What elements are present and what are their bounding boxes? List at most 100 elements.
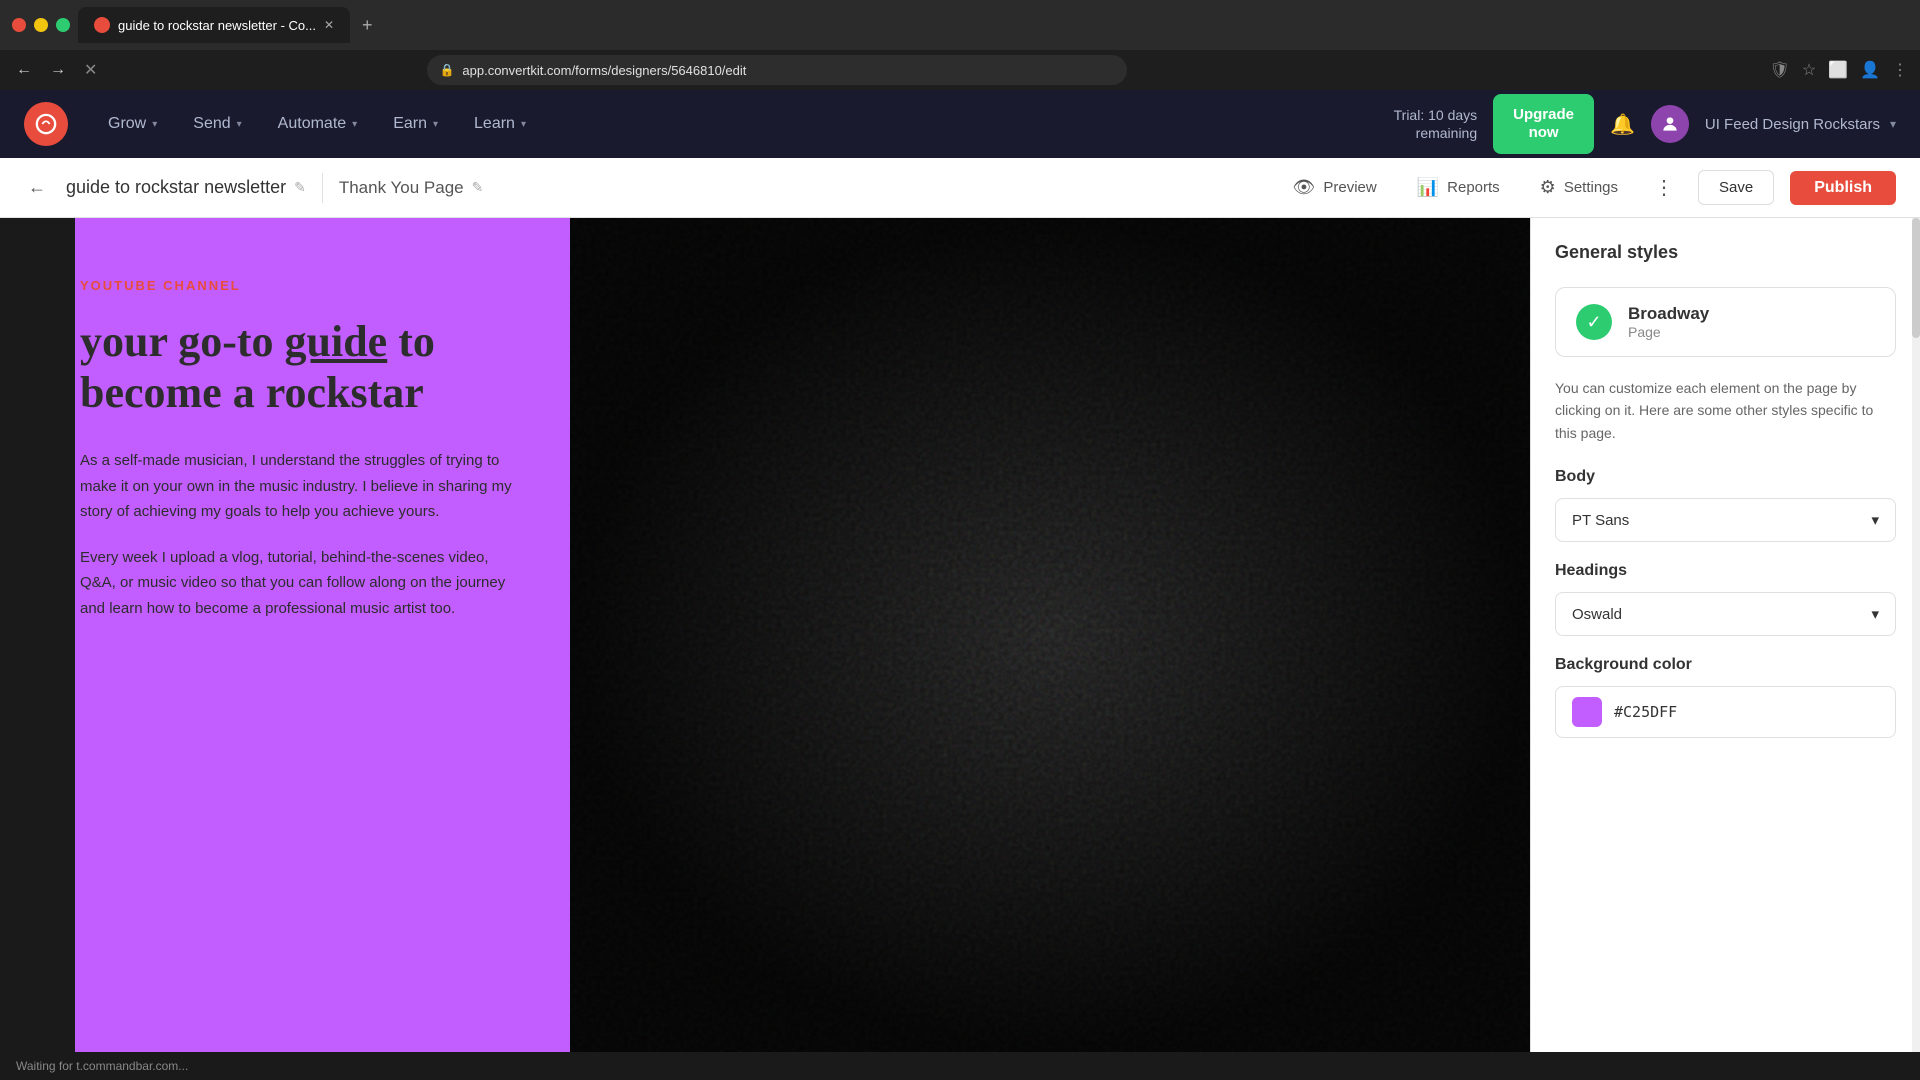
nav-grow[interactable]: Grow ▾ [92,107,173,141]
avatar [1651,105,1689,143]
extensions-icon[interactable]: ⬜ [1828,60,1848,80]
toolbar-divider [322,173,323,203]
save-button[interactable]: Save [1698,170,1774,205]
headings-font-dropdown[interactable]: Oswald ▾ [1555,592,1896,636]
nav-grow-chevron: ▾ [152,119,157,130]
bg-color-label: Background color [1555,656,1896,674]
nav-items: Grow ▾ Send ▾ Automate ▾ Earn ▾ Learn ▾ [92,107,1394,141]
nav-automate-chevron: ▾ [352,119,357,130]
back-button[interactable]: ← [24,173,50,202]
form-body-text-1: As a self-made musician, I understand th… [80,448,520,525]
reports-icon: 📊 [1417,177,1439,198]
nav-grow-label: Grow [108,115,146,133]
body-font-value: PT Sans [1572,512,1629,529]
nav-send[interactable]: Send ▾ [177,107,257,141]
settings-label: Settings [1564,179,1618,196]
body-font-chevron: ▾ [1871,511,1879,529]
body-font-dropdown[interactable]: PT Sans ▾ [1555,498,1896,542]
tab-bar: guide to rockstar newsletter - Co... ✕ + [78,7,1908,43]
form-right-panel [570,218,1530,1052]
form-preview: YOUTUBE CHANNEL your go-to guide tobecom… [0,218,1530,1052]
panel-description: You can customize each element on the pa… [1555,377,1896,444]
browser-toolbar-icons: 🛡 ☆ ⬜ 👤 ⋮ [1770,60,1909,80]
browser-chrome: ✕ − ⬜ guide to rockstar newsletter - Co.… [0,0,1920,50]
active-tab[interactable]: guide to rockstar newsletter - Co... ✕ [78,7,350,43]
address-bar-row: ← → ✕ 🔒 app.convertkit.com/forms/designe… [0,50,1920,90]
nav-learn-label: Learn [474,115,515,133]
settings-button[interactable]: ⚙ Settings [1528,169,1630,206]
shield-icon: 🛡 [1770,60,1790,80]
back-nav-button[interactable]: ← [12,57,36,83]
canvas-area: YOUTUBE CHANNEL your go-to guide tobecom… [0,218,1530,1052]
page-tab-edit-icon[interactable]: ✎ [472,179,484,196]
panel-title: General styles [1555,242,1896,263]
nav-send-label: Send [193,115,230,133]
bg-color-value: #C25DFF [1614,703,1677,721]
reload-button[interactable]: ✕ [80,56,101,84]
body-section-label: Body [1555,468,1896,486]
bell-icon[interactable]: 🔔 [1610,112,1635,137]
user-menu[interactable]: UI Feed Design Rockstars ▾ [1705,116,1896,133]
style-name: Broadway [1628,304,1709,324]
form-title-text: guide to rockstar newsletter [66,177,286,198]
style-card[interactable]: ✓ Broadway Page [1555,287,1896,357]
main-content: YOUTUBE CHANNEL your go-to guide tobecom… [0,218,1920,1052]
publish-button[interactable]: Publish [1790,171,1896,205]
bg-color-swatch [1572,697,1602,727]
bg-color-field[interactable]: #C25DFF [1555,686,1896,738]
form-title-edit-icon[interactable]: ✎ [294,179,306,196]
address-bar[interactable]: 🔒 app.convertkit.com/forms/designers/564… [427,55,1127,85]
logo[interactable] [24,102,68,146]
trial-info: Trial: 10 days remaining [1394,106,1478,142]
nav-automate-label: Automate [278,115,346,133]
new-tab-button[interactable]: + [354,11,381,40]
style-info: Broadway Page [1628,304,1709,340]
headings-font-chevron: ▾ [1871,605,1879,623]
nav-learn-chevron: ▾ [521,119,526,130]
style-type: Page [1628,324,1709,340]
trial-line1: Trial: 10 days [1394,106,1478,124]
more-options-button[interactable]: ⋮ [1646,171,1682,204]
preview-icon: 👁 [1293,177,1316,198]
preview-button[interactable]: 👁 Preview [1281,169,1389,206]
scrollbar-track [1912,218,1920,1052]
reports-button[interactable]: 📊 Reports [1405,169,1512,206]
username-label: UI Feed Design Rockstars [1705,116,1880,133]
settings-icon: ⚙ [1540,177,1556,198]
page-tab-label: Thank You Page [339,178,464,198]
nav-earn-chevron: ▾ [433,119,438,130]
headline-part1: your go-to [80,317,285,366]
headline-underline-word: guide [285,317,388,366]
tab-close-icon[interactable]: ✕ [324,18,334,32]
form-left-panel[interactable]: YOUTUBE CHANNEL your go-to guide tobecom… [0,218,570,1052]
menu-icon[interactable]: ⋮ [1892,60,1908,80]
nav-learn[interactable]: Learn ▾ [458,107,542,141]
style-check-icon: ✓ [1576,304,1612,340]
nav-automate[interactable]: Automate ▾ [262,107,374,141]
nav-earn[interactable]: Earn ▾ [377,107,454,141]
trial-line2: remaining [1394,124,1478,142]
toolbar: ← guide to rockstar newsletter ✎ Thank Y… [0,158,1920,218]
maximize-button[interactable]: ⬜ [56,18,70,32]
tab-favicon [94,17,110,33]
minimize-button[interactable]: − [34,18,48,32]
scrollbar-thumb[interactable] [1912,218,1920,338]
page-tab[interactable]: Thank You Page ✎ [339,178,484,198]
url-text: app.convertkit.com/forms/designers/56468… [462,63,746,78]
youtube-label: YOUTUBE CHANNEL [80,278,520,293]
dark-strip [0,218,75,1052]
user-menu-chevron: ▾ [1890,117,1896,131]
reports-label: Reports [1447,179,1500,196]
right-overlay [570,218,1530,1052]
star-icon[interactable]: ☆ [1802,60,1816,80]
status-bar: Waiting for t.commandbar.com... [0,1052,1920,1080]
form-title-section: guide to rockstar newsletter ✎ [66,177,306,198]
form-body-text-2: Every week I upload a vlog, tutorial, be… [80,545,520,622]
form-headline: your go-to guide tobecome a rockstar [80,317,520,418]
close-button[interactable]: ✕ [12,18,26,32]
profile-icon[interactable]: 👤 [1860,60,1880,80]
nav-right: Trial: 10 days remaining Upgrade now 🔔 U… [1394,94,1896,154]
forward-nav-button[interactable]: → [46,57,70,83]
upgrade-button[interactable]: Upgrade now [1493,94,1594,154]
right-panel: General styles ✓ Broadway Page You can c… [1530,218,1920,1052]
